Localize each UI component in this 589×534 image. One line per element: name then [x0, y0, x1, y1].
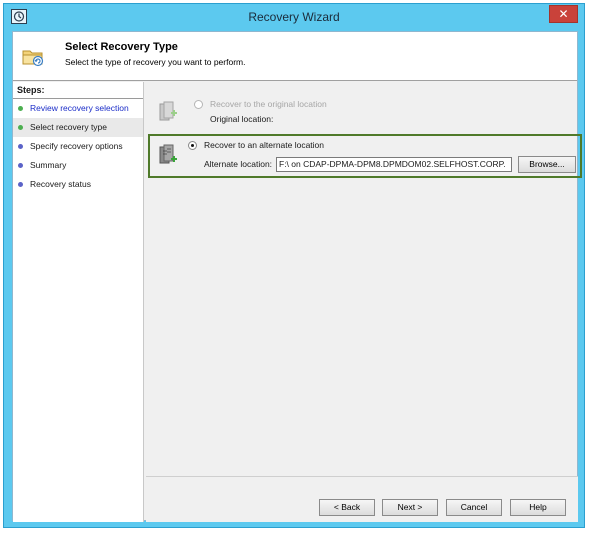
folder-recovery-icon — [21, 44, 45, 68]
step-recovery-status: Recovery status — [13, 175, 143, 194]
back-button[interactable]: < Back — [319, 499, 375, 516]
original-location-radio[interactable] — [194, 100, 203, 109]
step-status-dot — [18, 106, 23, 111]
title-bar[interactable]: Recovery Wizard ✕ — [4, 4, 584, 30]
alternate-location-option: Recover to an alternate location Alterna… — [148, 134, 582, 178]
page-title: Select Recovery Type — [65, 41, 178, 53]
browse-button[interactable]: Browse... — [518, 156, 576, 173]
step-review-recovery-selection[interactable]: Review recovery selection — [13, 99, 143, 118]
step-label: Specify recovery options — [30, 141, 123, 151]
step-status-dot — [18, 125, 23, 130]
step-status-dot — [18, 144, 23, 149]
wizard-footer: < Back Next > Cancel Help — [146, 476, 578, 522]
step-summary: Summary — [13, 156, 143, 175]
steps-heading: Steps: — [13, 82, 143, 99]
page-subtitle: Select the type of recovery you want to … — [65, 57, 246, 67]
next-button[interactable]: Next > — [382, 499, 438, 516]
help-button[interactable]: Help — [510, 499, 566, 516]
alternate-location-label: Recover to an alternate location — [204, 140, 325, 150]
step-label: Recovery status — [30, 179, 91, 189]
wizard-header: Select Recovery Type Select the type of … — [13, 32, 577, 81]
step-label: Summary — [30, 160, 67, 170]
step-status-dot — [18, 182, 23, 187]
step-label: Review recovery selection — [30, 103, 129, 113]
original-location-option: Recover to the original location Origina… — [154, 97, 574, 133]
original-location-caption: Original location: — [210, 114, 274, 124]
step-specify-recovery-options: Specify recovery options — [13, 137, 143, 156]
close-button[interactable]: ✕ — [549, 5, 578, 23]
alternate-location-caption: Alternate location: — [204, 159, 273, 169]
server-alternate-icon — [158, 142, 180, 168]
step-label: Select recovery type — [30, 122, 108, 132]
alternate-location-radio[interactable] — [188, 141, 197, 150]
server-original-icon — [158, 99, 180, 125]
recovery-wizard-window: Recovery Wizard ✕ Select Recovery Type S… — [3, 3, 585, 528]
recovery-type-content: Recover to the original location Origina… — [146, 82, 582, 472]
alternate-location-field[interactable]: F:\ on CDAP-DPMA-DPM8.DPMDOM02.SELFHOST.… — [276, 157, 512, 172]
cancel-button[interactable]: Cancel — [446, 499, 502, 516]
window-title: Recovery Wizard — [248, 10, 340, 24]
step-select-recovery-type[interactable]: Select recovery type — [13, 118, 143, 137]
step-status-dot — [18, 163, 23, 168]
steps-panel: Steps: Review recovery selection Select … — [13, 82, 144, 522]
wizard-client-area: Select Recovery Type Select the type of … — [12, 31, 582, 522]
original-location-label: Recover to the original location — [210, 99, 327, 109]
